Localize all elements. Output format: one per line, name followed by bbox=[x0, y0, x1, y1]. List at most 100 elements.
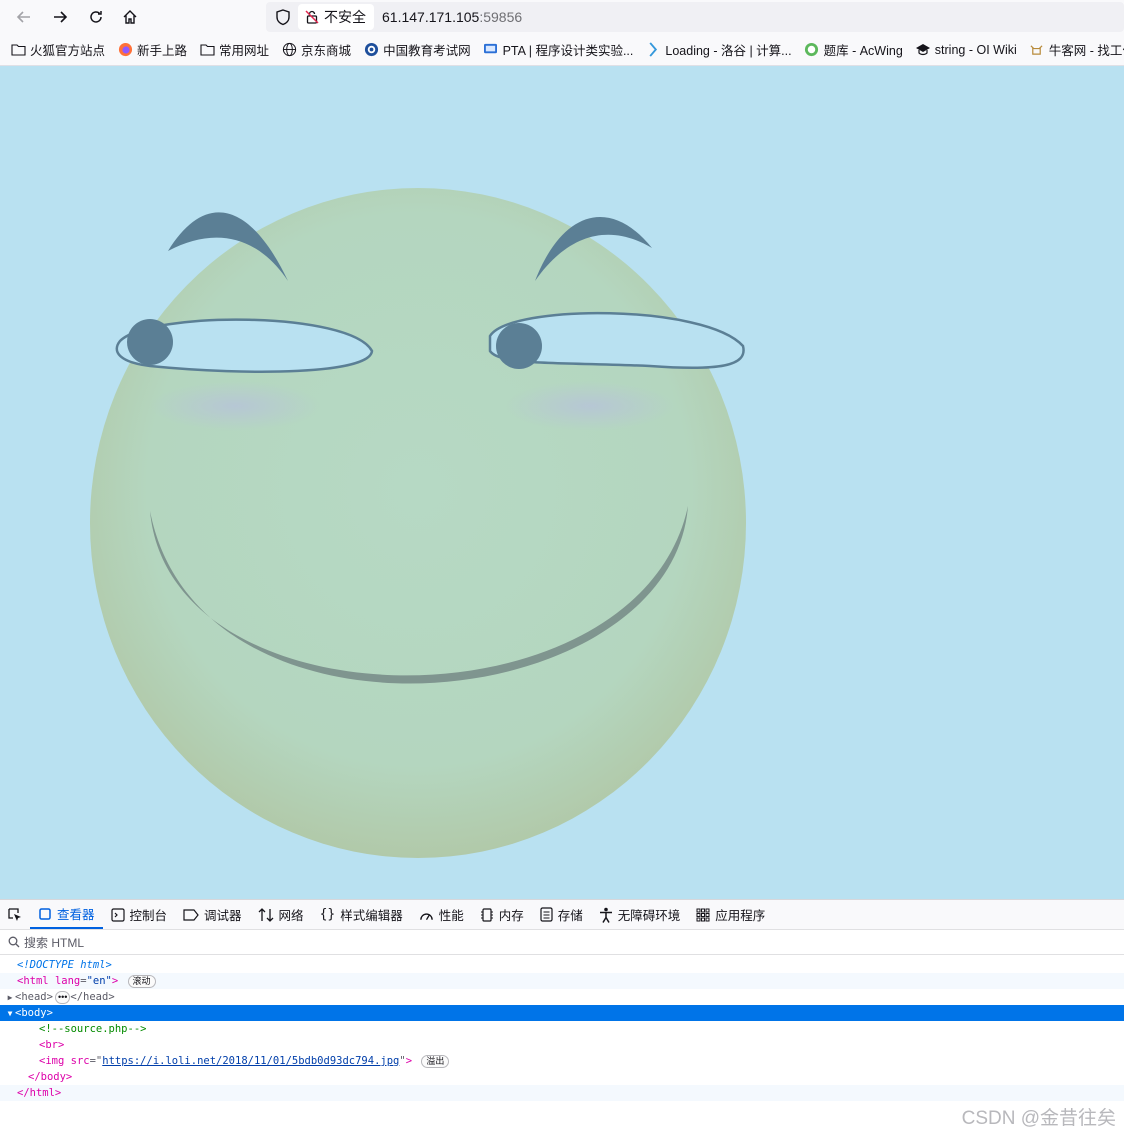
page-viewport bbox=[0, 66, 1124, 899]
bookmark-item[interactable]: PTA | 程序设计类实验... bbox=[477, 40, 640, 59]
tab-network[interactable]: 网络 bbox=[250, 900, 312, 929]
left-pupil bbox=[127, 319, 173, 365]
bookmark-item[interactable]: 京东商城 bbox=[275, 40, 357, 59]
tab-label: 存储 bbox=[557, 909, 583, 923]
csdn-watermark: CSDN @金昔往矣 bbox=[961, 1108, 1116, 1129]
bookmark-label: string - OI Wiki bbox=[934, 42, 1017, 57]
src-attribute: src bbox=[70, 1055, 90, 1067]
navigation-toolbar: 不安全 61.147.171.105:59856 bbox=[0, 0, 1124, 34]
tracking-shield-icon[interactable] bbox=[274, 8, 292, 26]
collapsed-ellipsis[interactable]: ••• bbox=[54, 991, 71, 1004]
img-open-tag: <img bbox=[39, 1055, 65, 1067]
bookmark-label: 题库 - AcWing bbox=[823, 44, 903, 58]
bookmark-item[interactable]: string - OI Wiki bbox=[909, 42, 1023, 58]
url-port: :59856 bbox=[479, 9, 523, 25]
url-bar[interactable]: 不安全 61.147.171.105:59856 bbox=[266, 2, 1124, 32]
tab-label: 无障碍环境 bbox=[617, 909, 681, 923]
luogu-icon bbox=[645, 42, 661, 58]
src-link[interactable]: https://i.loli.net/2018/11/01/5bdb0d93dc… bbox=[102, 1055, 399, 1067]
element-picker-button[interactable] bbox=[0, 900, 30, 929]
url-text[interactable]: 61.147.171.105:59856 bbox=[382, 9, 522, 25]
head-node[interactable]: ▶ <head> ••• </head> bbox=[0, 989, 1124, 1005]
devtools-tabbar: 查看器 控制台 调试器 网络 {} 样式编辑器 性能 内存 存储 无障碍环境 应… bbox=[0, 900, 1124, 930]
tab-memory[interactable]: 内存 bbox=[472, 900, 532, 929]
pta-icon bbox=[483, 42, 499, 58]
html-close-node[interactable]: </html> bbox=[0, 1085, 1124, 1101]
arrow-right-icon bbox=[54, 11, 68, 23]
reload-button[interactable] bbox=[80, 1, 112, 33]
tab-debugger[interactable]: 调试器 bbox=[175, 900, 250, 929]
chsi-icon bbox=[363, 42, 379, 58]
right-pupil bbox=[496, 323, 542, 369]
tab-style-editor[interactable]: {} 样式编辑器 bbox=[312, 900, 411, 929]
tab-console[interactable]: 控制台 bbox=[103, 900, 176, 929]
console-icon bbox=[110, 907, 125, 922]
html-search-field[interactable]: 搜索 HTML bbox=[0, 930, 1124, 955]
bookmark-label: 京东商城 bbox=[301, 44, 352, 58]
left-blush bbox=[150, 381, 320, 431]
oiwiki-icon bbox=[915, 42, 931, 58]
performance-icon bbox=[419, 912, 433, 920]
bookmark-label: 火狐官方站点 bbox=[30, 44, 106, 58]
bookmark-item[interactable]: 中国教育考试网 bbox=[357, 40, 477, 59]
firefox-icon bbox=[117, 42, 133, 58]
tab-storage[interactable]: 存储 bbox=[532, 900, 591, 929]
img-node[interactable]: <img src="https://i.loli.net/2018/11/01/… bbox=[0, 1053, 1124, 1069]
br-node[interactable]: <br> bbox=[0, 1037, 1124, 1053]
tab-label: 查看器 bbox=[57, 908, 95, 922]
element-picker-icon bbox=[8, 907, 21, 921]
memory-icon bbox=[480, 907, 493, 922]
home-button[interactable] bbox=[114, 1, 146, 33]
accessibility-icon bbox=[599, 907, 612, 923]
bookmark-label: 中国教育考试网 bbox=[383, 44, 471, 58]
tab-performance[interactable]: 性能 bbox=[411, 900, 472, 929]
site-security-indicator[interactable]: 不安全 bbox=[298, 4, 374, 30]
bookmark-item[interactable]: 火狐官方站点 bbox=[0, 40, 111, 59]
forward-button[interactable] bbox=[44, 1, 76, 33]
lang-attribute: lang bbox=[54, 975, 81, 987]
back-button[interactable] bbox=[8, 1, 40, 33]
bookmark-label: 牛客网 - 找工作 bbox=[1048, 44, 1124, 58]
html-open-tag: <html bbox=[17, 975, 49, 987]
acwing-icon bbox=[804, 42, 820, 58]
insecure-lock-icon bbox=[305, 10, 319, 24]
html-close-bracket: > bbox=[111, 975, 119, 987]
doctype-node[interactable]: <!DOCTYPE html> bbox=[0, 957, 1124, 973]
comment-node[interactable]: <!--source.php--> bbox=[0, 1021, 1124, 1037]
search-placeholder: 搜索 HTML bbox=[24, 935, 85, 950]
bookmark-item[interactable]: 新手上路 bbox=[111, 40, 193, 59]
arrow-left-icon bbox=[16, 11, 30, 23]
scroll-badge[interactable]: 滚动 bbox=[127, 975, 156, 988]
collapse-triangle-icon[interactable]: ▼ bbox=[5, 1006, 15, 1022]
body-close-node[interactable]: </body> bbox=[0, 1069, 1124, 1085]
folder-icon bbox=[10, 42, 26, 58]
tab-label: 调试器 bbox=[204, 909, 242, 923]
markup-tree: <!DOCTYPE html> <html lang="en"> 滚动 ▶ <he… bbox=[0, 955, 1124, 1101]
bookmarks-toolbar: 火狐官方站点 新手上路 常用网址 京东商城 中国教育考试网 PTA | 程序设计… bbox=[0, 34, 1124, 66]
bookmark-item[interactable]: 常用网址 bbox=[193, 40, 275, 59]
style-editor-icon: {} bbox=[319, 907, 336, 922]
overflow-badge[interactable]: 溢出 bbox=[421, 1055, 450, 1068]
tab-label: 网络 bbox=[278, 909, 304, 923]
bookmark-item[interactable]: Loading - 洛谷 | 计算... bbox=[639, 40, 797, 59]
search-icon bbox=[8, 936, 20, 948]
application-icon bbox=[696, 908, 710, 921]
bookmark-label: 常用网址 bbox=[219, 44, 270, 58]
tab-label: 样式编辑器 bbox=[340, 909, 403, 923]
body-node[interactable]: ▼ <body> bbox=[0, 1005, 1124, 1021]
right-blush bbox=[505, 381, 675, 431]
tab-accessibility[interactable]: 无障碍环境 bbox=[591, 900, 689, 929]
debugger-icon bbox=[183, 908, 199, 921]
body-close-tag: </body> bbox=[28, 1071, 73, 1083]
html-node[interactable]: <html lang="en"> 滚动 bbox=[0, 973, 1124, 989]
tab-label: 控制台 bbox=[129, 909, 168, 923]
tab-label: 性能 bbox=[438, 909, 464, 923]
tab-application[interactable]: 应用程序 bbox=[688, 900, 773, 929]
tab-inspector[interactable]: 查看器 bbox=[30, 900, 103, 929]
bookmark-item[interactable]: 牛客网 - 找工作 bbox=[1023, 40, 1124, 59]
expand-triangle-icon[interactable]: ▶ bbox=[5, 990, 15, 1006]
inspector-icon bbox=[39, 907, 51, 920]
face-circle bbox=[90, 188, 746, 858]
bookmark-item[interactable]: 题库 - AcWing bbox=[798, 40, 909, 59]
bookmark-label: 新手上路 bbox=[137, 44, 188, 58]
